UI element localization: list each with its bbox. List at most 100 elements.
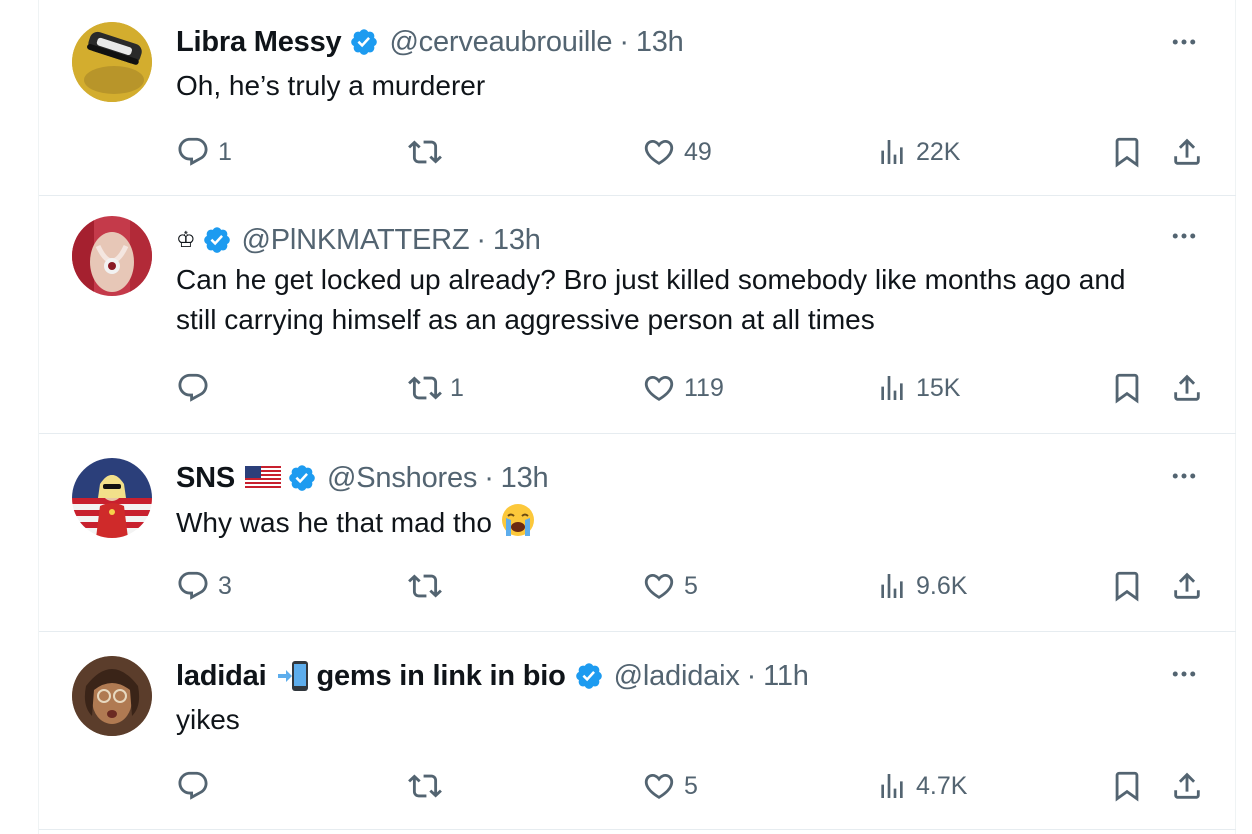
bookmark-icon	[1110, 569, 1144, 603]
timestamp[interactable]: 13h	[501, 462, 549, 495]
view-count: 4.7K	[916, 771, 968, 800]
reply-icon	[176, 135, 210, 169]
crying-emoji-icon	[500, 502, 536, 549]
separator: ·	[746, 659, 757, 692]
like-count: 49	[684, 137, 712, 166]
user-handle[interactable]: @cerveaubrouille	[389, 26, 612, 59]
retweet-count: 1	[450, 373, 464, 402]
separator: ·	[619, 25, 629, 58]
reply-button[interactable]	[176, 766, 218, 806]
reply-count: 3	[218, 571, 232, 600]
reply-tweet[interactable]: ♔ @PlNKMATTERZ · 13h Can he get locked u…	[39, 196, 1236, 434]
views-button[interactable]: 22K	[876, 132, 960, 172]
timestamp[interactable]: 13h	[493, 224, 541, 257]
heart-icon	[642, 135, 676, 169]
reply-button[interactable]: 3	[176, 566, 232, 606]
retweet-icon	[408, 135, 442, 169]
view-count: 9.6K	[916, 571, 968, 600]
avatar[interactable]	[72, 216, 152, 296]
tweet-header: ladidai gems in link in bio @ladidaix · …	[176, 658, 1156, 694]
reply-icon	[176, 569, 210, 603]
share-button[interactable]	[1170, 766, 1204, 806]
reply-button[interactable]	[176, 368, 218, 408]
user-handle[interactable]: @ladidaix	[614, 660, 740, 693]
tweet-text: yikes	[176, 704, 240, 735]
tweet-header: SNS @Snshores · 13h	[176, 460, 1156, 496]
bookmark-button[interactable]	[1110, 566, 1144, 606]
reply-tweet[interactable]: Libra Messy @cerveaubrouille · 13h Oh, h…	[39, 0, 1236, 196]
verified-badge-icon	[574, 661, 604, 691]
separator: ·	[476, 223, 486, 256]
share-button[interactable]	[1170, 368, 1204, 408]
like-button[interactable]: 5	[642, 766, 698, 806]
timestamp[interactable]: 13h	[636, 26, 684, 59]
like-button[interactable]: 119	[642, 368, 724, 408]
action-bar: 5 4.7K	[176, 766, 1206, 806]
display-name[interactable]: Libra Messy	[176, 26, 342, 59]
retweet-icon	[408, 769, 442, 803]
tweet-text: Why was he that mad tho	[176, 502, 1166, 549]
crown-icon[interactable]: ♔	[176, 227, 196, 253]
like-button[interactable]: 49	[642, 132, 712, 172]
avatar[interactable]	[72, 656, 152, 736]
verified-badge-icon	[202, 225, 232, 255]
reply-icon	[176, 371, 210, 405]
more-icon[interactable]	[1168, 466, 1200, 486]
verified-badge-icon	[349, 27, 379, 57]
bookmark-icon	[1110, 371, 1144, 405]
retweet-button[interactable]: 1	[408, 368, 464, 408]
retweet-button[interactable]	[408, 566, 450, 606]
timestamp[interactable]: 11h	[763, 660, 809, 693]
tweet-text: Can he get locked up already? Bro just k…	[176, 264, 1126, 335]
retweet-icon	[408, 371, 442, 405]
views-button[interactable]: 4.7K	[876, 766, 967, 806]
like-button[interactable]: 5	[642, 566, 698, 606]
display-name[interactable]: SNS	[176, 462, 235, 495]
tweet-header: ♔ @PlNKMATTERZ · 13h	[176, 222, 1156, 258]
mobile-phone-arrow-icon	[276, 660, 310, 692]
bookmark-button[interactable]	[1110, 368, 1144, 408]
retweet-button[interactable]	[408, 132, 450, 172]
action-bar: 1 49 22K	[176, 132, 1206, 172]
like-count: 5	[684, 571, 698, 600]
like-count: 5	[684, 771, 698, 800]
display-name[interactable]: ladidai	[176, 660, 267, 693]
separator: ·	[484, 461, 494, 494]
like-count: 119	[684, 373, 724, 402]
share-button[interactable]	[1170, 566, 1204, 606]
reply-tweet[interactable]: SNS @Snshores · 13h Why was he that mad …	[39, 434, 1236, 632]
retweet-button[interactable]	[408, 766, 450, 806]
reply-button[interactable]: 1	[176, 132, 232, 172]
avatar[interactable]	[72, 22, 152, 102]
retweet-icon	[408, 569, 442, 603]
share-icon	[1170, 769, 1204, 803]
views-button[interactable]: 15K	[876, 368, 960, 408]
bookmark-button[interactable]	[1110, 132, 1144, 172]
reply-thread: Libra Messy @cerveaubrouille · 13h Oh, h…	[38, 0, 1236, 834]
reply-tweet[interactable]: ladidai gems in link in bio @ladidaix · …	[39, 632, 1236, 830]
share-icon	[1170, 135, 1204, 169]
bookmark-button[interactable]	[1110, 766, 1144, 806]
display-name-suffix[interactable]: gems in link in bio	[316, 660, 565, 693]
user-handle[interactable]: @Snshores	[327, 462, 477, 495]
more-icon[interactable]	[1168, 32, 1200, 52]
heart-icon	[642, 569, 676, 603]
views-button[interactable]: 9.6K	[876, 566, 967, 606]
heart-icon	[642, 371, 676, 405]
action-bar: 1 119 15K	[176, 368, 1206, 408]
views-icon	[876, 570, 908, 602]
user-handle[interactable]: @PlNKMATTERZ	[242, 224, 470, 257]
share-icon	[1170, 569, 1204, 603]
action-bar: 3 5 9.6K	[176, 566, 1206, 606]
reply-count: 1	[218, 137, 232, 166]
tweet-header: Libra Messy @cerveaubrouille · 13h	[176, 24, 1156, 60]
views-icon	[876, 372, 908, 404]
tweet-text: Oh, he’s truly a murderer	[176, 70, 486, 101]
views-icon	[876, 136, 908, 168]
avatar[interactable]	[72, 458, 152, 538]
share-button[interactable]	[1170, 132, 1204, 172]
more-icon[interactable]	[1168, 664, 1200, 684]
more-icon[interactable]	[1168, 226, 1200, 246]
heart-icon	[642, 769, 676, 803]
view-count: 15K	[916, 373, 961, 402]
